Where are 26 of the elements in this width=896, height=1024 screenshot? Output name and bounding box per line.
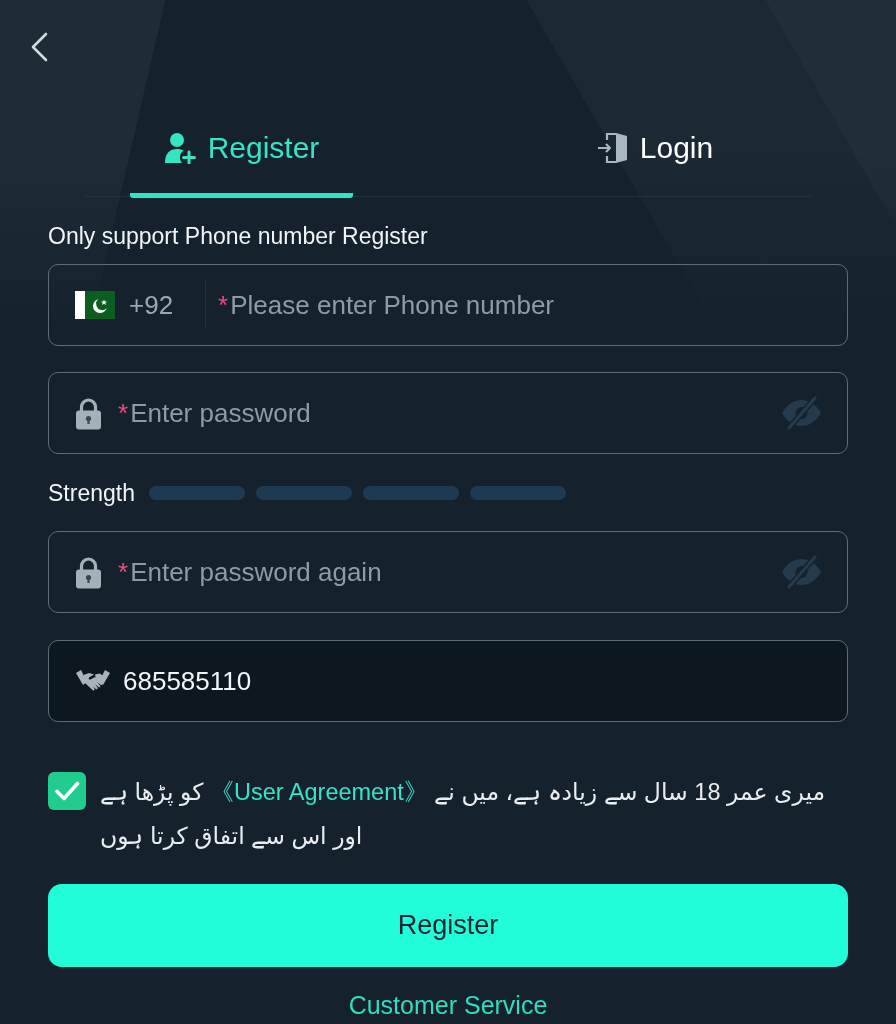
door-arrow-icon [595, 132, 630, 164]
register-button[interactable]: Register [48, 884, 848, 967]
invite-code-field[interactable]: 685585110 [48, 640, 848, 722]
tab[interactable]: Register [130, 130, 353, 198]
back-icon[interactable] [29, 32, 49, 62]
phone-note: Only support Phone number Register [48, 222, 429, 250]
required-mark: * [118, 555, 129, 589]
password-input[interactable]: Enter password again [130, 552, 780, 592]
confirm-password-field[interactable]: *Enter password again [48, 531, 848, 613]
person-plus-icon [163, 132, 198, 164]
invite-code-input[interactable]: 685585110 [123, 661, 823, 701]
customer-service-link[interactable]: Customer Service [348, 991, 548, 1019]
phone-field[interactable]: +92 *Please enter Phone number [48, 264, 848, 346]
password-input[interactable]: Enter password [130, 393, 780, 433]
required-mark: * [118, 396, 129, 430]
tab[interactable]: Login [543, 130, 766, 198]
phone-input[interactable]: Please enter Phone number [230, 285, 823, 325]
required-mark: * [218, 288, 229, 322]
agreement-checkbox[interactable] [48, 772, 86, 810]
lock-icon [75, 555, 102, 589]
user-agreement-link[interactable]: 《User Agreement》 [210, 779, 428, 805]
country-code[interactable]: +92 [129, 285, 174, 325]
strength-label: Strength [48, 478, 135, 508]
lock-icon [75, 396, 102, 430]
flag-icon [75, 291, 115, 319]
password-field[interactable]: *Enter password [48, 372, 848, 454]
